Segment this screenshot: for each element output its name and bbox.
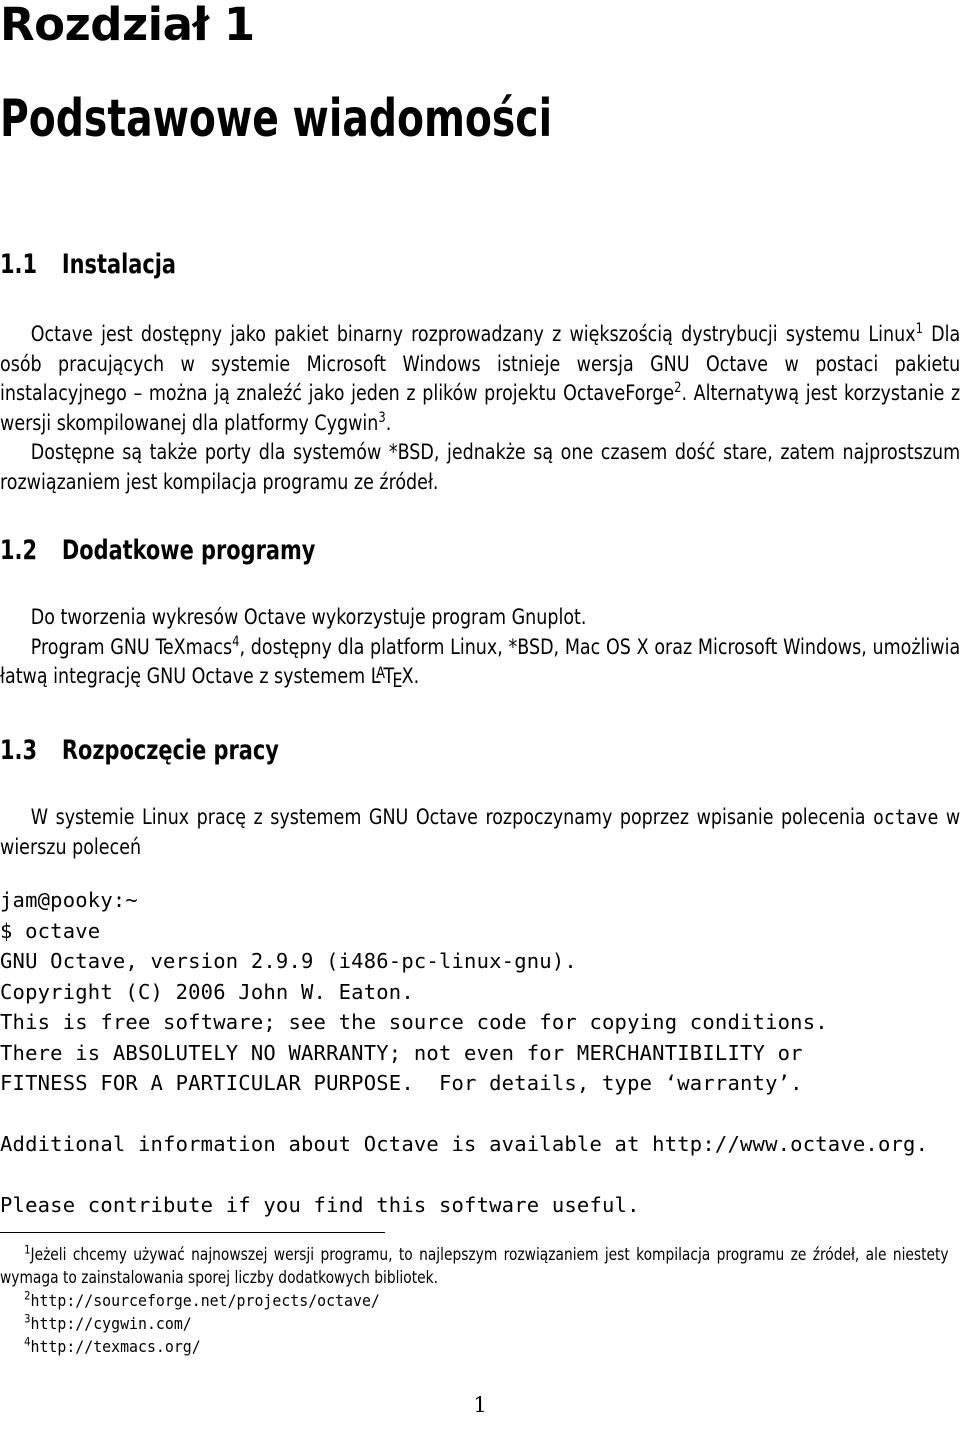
paragraph: W systemie Linux pracę z systemem GNU Oc… (0, 805, 960, 860)
terminal-line: GNU Octave, version 2.9.9 (i486-pc-linux… (0, 949, 577, 973)
terminal-line: $ octave (0, 918, 101, 943)
chapter-title: Podstawowe wiadomości (0, 89, 553, 149)
section-heading-1-2: 1.2 Dodatkowe programy (0, 537, 315, 564)
terminal-line: There is ABSOLUTELY NO WARRANTY; not eve… (0, 1040, 803, 1065)
section-1-1-body: Octave jest dostępny jako pakiet binarny… (0, 320, 960, 497)
terminal-line: Copyright (C) 2006 John W. Eaton. (0, 979, 414, 1004)
section-title-1-3: Rozpoczęcie pracy (61, 735, 279, 766)
terminal-line: jam@pooky:~ (0, 888, 138, 912)
footnote-reference[interactable]: 1 (916, 321, 923, 337)
paragraph: Octave jest dostępny jako pakiet binarny… (0, 320, 960, 436)
footnote-item: 3http://cygwin.com/ (0, 1312, 949, 1335)
footnote-url[interactable]: http://texmacs.org/ (31, 1337, 201, 1356)
latex-logo: LATEX (370, 663, 414, 693)
section-1-3-body: W systemie Linux pracę z systemem GNU Oc… (0, 803, 960, 862)
section-title-1-1: Instalacja (61, 249, 176, 280)
footnote-item: 1Jeżeli chcemy używać najnowszej wersji … (0, 1243, 949, 1289)
paragraph: Do tworzenia wykresów Octave wykorzystuj… (30, 605, 587, 630)
section-1-2-body: Do tworzenia wykresów Octave wykorzystuj… (0, 603, 960, 693)
chapter-number: Rozdział 1 (0, 0, 255, 51)
footnote-separator-rule (0, 1232, 385, 1233)
footnote-text: Jeżeli chcemy używać najnowszej wersji p… (0, 1245, 949, 1287)
section-number-1-3: 1.3 (0, 735, 38, 766)
footnote-list: 1Jeżeli chcemy używać najnowszej wersji … (0, 1243, 949, 1358)
terminal-line: Please contribute if you find this softw… (0, 1193, 640, 1217)
terminal-line: FITNESS FOR A PARTICULAR PURPOSE. For de… (0, 1071, 803, 1095)
section-title-1-2: Dodatkowe programy (61, 535, 316, 566)
inline-code: octave (873, 805, 939, 829)
section-heading-1-3: 1.3 Rozpoczęcie pracy (0, 737, 279, 764)
terminal-line: Additional information about Octave is a… (0, 1132, 929, 1156)
footnote-reference[interactable]: 3 (378, 409, 385, 425)
paragraph: Dostępne są także porty dla systemów *BS… (0, 440, 960, 495)
terminal-output-block: jam@pooky:~ $ octave GNU Octave, version 2… (0, 885, 928, 1221)
footnote-reference[interactable]: 4 (232, 633, 239, 649)
section-number-1-2: 1.2 (0, 535, 38, 566)
footnote-reference[interactable]: 2 (674, 380, 681, 396)
document-page: Rozdział 1 Podstawowe wiadomości 1.1 Inst… (0, 0, 960, 1436)
footnote-item: 2http://sourceforge.net/projects/octave/ (0, 1289, 949, 1312)
section-heading-1-1: 1.1 Instalacja (0, 251, 176, 278)
footnote-url[interactable]: http://sourceforge.net/projects/octave/ (31, 1291, 380, 1310)
terminal-line: This is free software; see the source co… (0, 1010, 828, 1034)
footnote-item: 4http://texmacs.org/ (0, 1335, 949, 1358)
footnote-url[interactable]: http://cygwin.com/ (31, 1314, 192, 1333)
page-number: 1 (473, 1393, 487, 1417)
paragraph: Program GNU TeXmacs4, dostępny dla platf… (0, 633, 960, 693)
section-number-1-1: 1.1 (0, 249, 38, 280)
